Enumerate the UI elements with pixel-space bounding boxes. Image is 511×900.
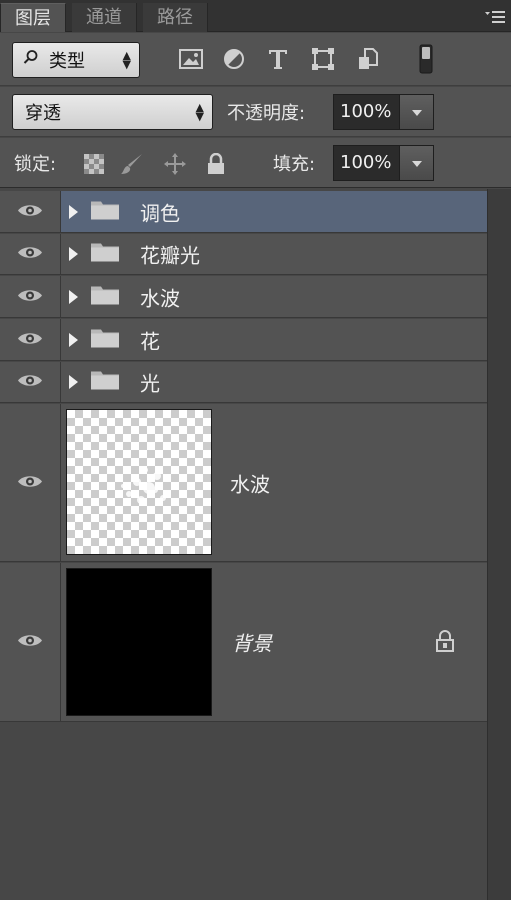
- visibility-toggle[interactable]: [0, 319, 61, 360]
- layers-scrollbar[interactable]: [487, 189, 511, 900]
- blend-mode-label: 穿透: [25, 103, 61, 124]
- expand-arrow-icon[interactable]: [69, 247, 78, 261]
- layer-thumbnail: [66, 409, 212, 555]
- tab-layers[interactable]: 图层: [0, 3, 66, 32]
- opacity-dropdown-button[interactable]: [400, 94, 434, 130]
- visibility-toggle[interactable]: [0, 276, 61, 317]
- panel-tab-bar: 图层 通道 路径: [0, 0, 511, 32]
- blend-mode-select[interactable]: 穿透 ▲ ▼: [12, 94, 213, 130]
- layer-name: 花: [140, 329, 160, 353]
- expand-arrow-icon[interactable]: [69, 204, 78, 219]
- filter-toggle-icon[interactable]: [414, 44, 438, 74]
- updown-arrows-icon: ▲ ▼: [195, 101, 204, 123]
- panel-menu-icon[interactable]: [485, 8, 505, 23]
- layer-name: 背景: [232, 631, 272, 656]
- layer-row-group[interactable]: 水波: [0, 276, 487, 318]
- visibility-toggle[interactable]: [0, 234, 61, 274]
- fill-input[interactable]: 100%: [333, 145, 400, 181]
- tab-channels[interactable]: 通道: [72, 3, 137, 32]
- lock-icon: [435, 630, 455, 657]
- visibility-toggle[interactable]: [0, 191, 61, 232]
- tab-paths[interactable]: 路径: [143, 3, 208, 32]
- opacity-label: 不透明度:: [227, 103, 306, 124]
- layer-name: 水波: [230, 472, 270, 496]
- filter-kind-select[interactable]: 类型 ▲ ▼: [12, 42, 140, 78]
- folder-icon: [90, 369, 120, 396]
- folder-icon: [90, 326, 120, 353]
- filter-kind-label: 类型: [49, 51, 85, 72]
- lock-all-icon[interactable]: [204, 152, 228, 176]
- lock-pixels-icon[interactable]: [120, 152, 144, 176]
- visibility-toggle[interactable]: [0, 362, 61, 402]
- type-filter-icon[interactable]: [264, 45, 292, 73]
- eye-icon: [17, 286, 43, 307]
- eye-icon: [17, 632, 43, 653]
- fill-label: 填充:: [273, 154, 316, 175]
- layer-name: 调色: [140, 201, 180, 225]
- layer-row-group[interactable]: 光: [0, 362, 487, 403]
- layer-row-background[interactable]: 背景: [0, 563, 487, 722]
- expand-arrow-icon[interactable]: [69, 375, 78, 389]
- image-filter-icon[interactable]: [177, 45, 205, 73]
- updown-arrows-icon: ▲ ▼: [122, 49, 131, 71]
- lock-label: 锁定:: [14, 154, 57, 175]
- fill-dropdown-button[interactable]: [400, 145, 434, 181]
- filter-row: 类型 ▲ ▼: [0, 33, 511, 86]
- layer-name: 花瓣光: [140, 243, 200, 268]
- folder-icon: [90, 198, 120, 225]
- eye-icon: [17, 244, 43, 265]
- adjustment-filter-icon[interactable]: [220, 45, 248, 73]
- expand-arrow-icon[interactable]: [69, 332, 78, 347]
- visibility-toggle[interactable]: [0, 563, 61, 721]
- layer-row-group[interactable]: 调色: [0, 191, 487, 233]
- visibility-toggle[interactable]: [0, 404, 61, 561]
- expand-arrow-icon[interactable]: [69, 289, 78, 304]
- eye-icon: [17, 472, 43, 493]
- eye-icon: [17, 329, 43, 350]
- smart-object-filter-icon[interactable]: [354, 45, 382, 73]
- shape-filter-icon[interactable]: [309, 45, 337, 73]
- lock-transparent-icon[interactable]: [82, 152, 106, 176]
- folder-icon: [90, 283, 120, 310]
- eye-icon: [17, 372, 43, 393]
- layers-list: 调色 花瓣光 水波 花 光 水波 背景: [0, 189, 511, 900]
- lock-row: 锁定: 填充: 100%: [0, 138, 511, 188]
- search-icon: [23, 50, 39, 71]
- layer-name: 光: [140, 371, 160, 396]
- layer-row-group[interactable]: 花瓣光: [0, 234, 487, 275]
- blend-row: 穿透 ▲ ▼ 不透明度: 100%: [0, 87, 511, 137]
- eye-icon: [17, 201, 43, 222]
- layer-row-group[interactable]: 花: [0, 319, 487, 361]
- folder-icon: [90, 241, 120, 268]
- layer-thumbnail: [66, 568, 212, 716]
- layer-name: 水波: [140, 286, 180, 310]
- layer-row-pixel[interactable]: 水波: [0, 404, 487, 562]
- layers-panel: 图层 通道 路径 类型 ▲ ▼ 穿透 ▲ ▼ 不透明度: 100% 锁定: 填充…: [0, 0, 511, 900]
- lock-position-icon[interactable]: [163, 152, 187, 176]
- opacity-input[interactable]: 100%: [333, 94, 400, 130]
